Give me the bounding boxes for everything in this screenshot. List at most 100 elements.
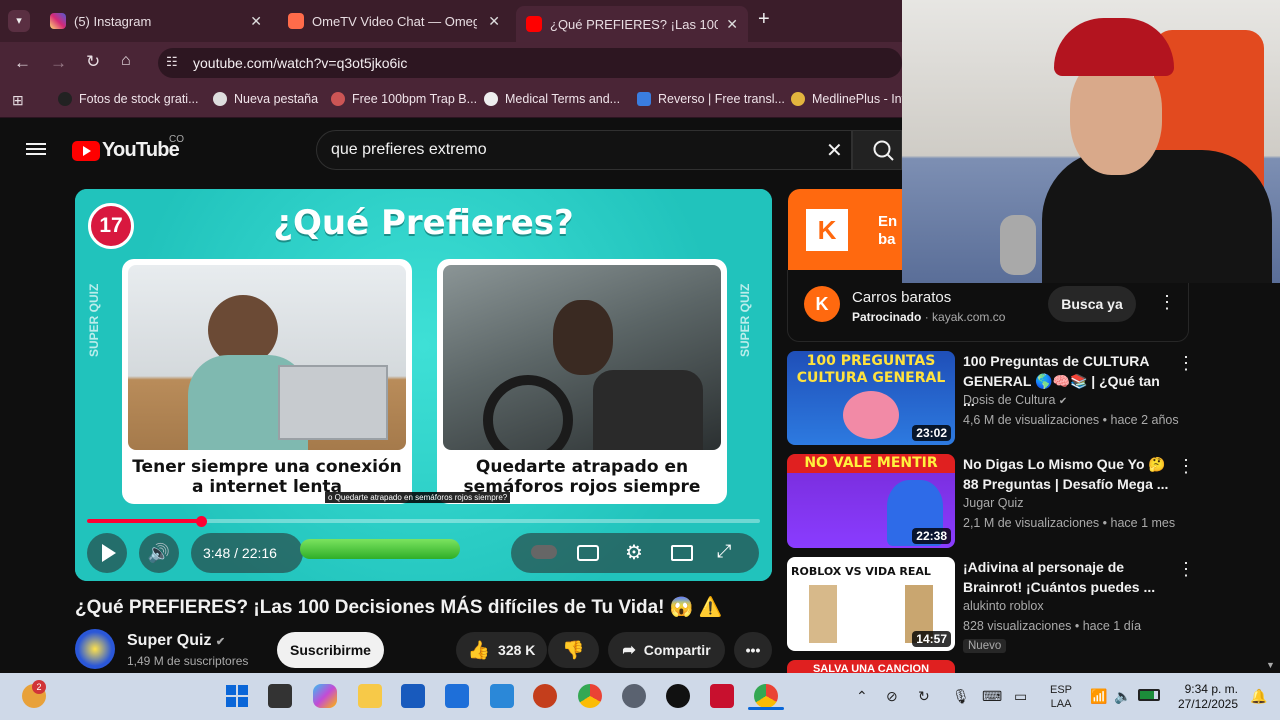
tab-ometv[interactable]: OmeTV Video Chat — Omegle ✕ [278, 6, 510, 36]
back-icon[interactable]: ← [14, 53, 31, 73]
settings-icon[interactable] [622, 684, 646, 708]
calendar-icon[interactable] [490, 684, 514, 708]
like-button[interactable]: 👍 328 K [456, 632, 547, 668]
medlineplus-icon [791, 92, 805, 106]
apps-grid-icon[interactable]: ⊞ [12, 92, 24, 109]
dislike-button[interactable]: 👎 [548, 632, 599, 668]
video-player[interactable]: 17 ¿Qué Prefieres? SUPER QUIZ SUPER QUIZ… [75, 189, 772, 581]
youtube-play-icon [72, 140, 100, 161]
mcafee-icon[interactable] [710, 684, 734, 708]
more-options-icon[interactable]: ⋮ [1177, 456, 1195, 477]
bookmark-item[interactable]: Reverso | Free transl... [637, 92, 785, 106]
ad-more-icon[interactable]: ⋮ [1158, 292, 1176, 313]
chrome-profile-icon[interactable] [754, 684, 778, 708]
close-tab-icon[interactable]: ✕ [726, 16, 738, 33]
new-tab-button[interactable]: + [758, 8, 770, 31]
recommendation-title[interactable]: ¡Adivina al personaje de Brainrot! ¡Cuán… [963, 557, 1173, 597]
bookmark-item[interactable]: MedlinePlus - Inf [791, 92, 905, 106]
subtitles-icon[interactable] [577, 545, 599, 561]
bookmark-item[interactable]: Fotos de stock grati... [58, 92, 199, 106]
bookmark-favicon-icon [484, 92, 498, 106]
keyboard-tray-icon[interactable]: ⌨ [982, 688, 1002, 705]
battery-icon[interactable] [1138, 689, 1160, 701]
tab-instagram[interactable]: (5) Instagram ✕ [40, 6, 272, 36]
channel-name[interactable]: Super Quiz ✔ [127, 632, 225, 650]
share-button[interactable]: ➦ Compartir [608, 632, 725, 668]
menu-icon[interactable] [26, 140, 46, 158]
reload-icon[interactable]: ↻ [86, 52, 100, 72]
fullscreen-icon[interactable]: ⤢ [717, 541, 731, 562]
verified-icon: ✔ [1058, 396, 1068, 407]
clock[interactable]: 9:34 p. m. 27/12/2025 [1176, 682, 1238, 712]
webcam-overlay [902, 0, 1280, 283]
recommendation-title[interactable]: No Digas Lo Mismo Que Yo 🤔 88 Preguntas … [963, 454, 1173, 494]
copilot-icon[interactable] [313, 684, 337, 708]
tray-app-icon[interactable]: ⊘ [886, 688, 898, 705]
volume-button[interactable]: 🔊 [139, 533, 179, 573]
bookmark-favicon-icon [331, 92, 345, 106]
notification-bell-icon[interactable]: 🔔 [1250, 688, 1267, 705]
bookmark-item[interactable]: Medical Terms and... [484, 92, 620, 106]
display-tray-icon[interactable]: ▭ [1014, 688, 1027, 705]
ad-cta-button[interactable]: Busca ya [1048, 286, 1136, 322]
youtube-logo[interactable]: YouTube [72, 139, 180, 162]
share-label: Compartir [643, 642, 711, 658]
scroll-down-arrow-icon[interactable]: ▼ [1266, 660, 1275, 670]
wifi-icon[interactable]: 📶 [1090, 688, 1107, 705]
channel-avatar[interactable] [75, 629, 115, 669]
settings-gear-icon[interactable]: ⚙ [625, 540, 643, 565]
recommendation-item[interactable]: ROBLOX VS VIDA REAL 14:57 ¡Adivina al pe… [787, 557, 1195, 653]
volume-tray-icon[interactable]: 🔈 [1114, 688, 1131, 705]
start-windows-icon[interactable] [225, 684, 249, 708]
chrome-icon[interactable] [578, 684, 602, 708]
theater-mode-icon[interactable] [671, 545, 693, 561]
microphone [1000, 215, 1036, 275]
forward-icon[interactable]: → [50, 53, 67, 73]
tab-search-button[interactable]: ▾ [8, 10, 30, 32]
word-icon[interactable] [401, 684, 425, 708]
subscribe-button[interactable]: Suscribirme [277, 632, 384, 668]
clear-search-icon[interactable]: ✕ [826, 138, 843, 163]
progress-bar[interactable] [87, 519, 760, 523]
tray-sync-icon[interactable]: ↻ [918, 688, 930, 705]
file-explorer-icon[interactable] [358, 684, 382, 708]
more-options-icon[interactable]: ⋮ [1177, 559, 1195, 580]
close-tab-icon[interactable]: ✕ [488, 13, 500, 30]
search-button[interactable] [852, 130, 902, 170]
more-actions-button[interactable]: ••• [734, 632, 772, 668]
thumbs-up-icon: 👍 [467, 639, 491, 660]
recommendation-meta: 4,6 M de visualizaciones • hace 2 años [963, 413, 1179, 427]
ad-banner[interactable]: K En ba [788, 189, 902, 270]
more-options-icon[interactable]: ⋮ [1177, 353, 1195, 374]
microphone-tray-icon[interactable]: 🎙 [952, 688, 970, 705]
search-input[interactable]: que prefieres extremo [331, 141, 487, 159]
language-indicator[interactable]: ESP LAA [1050, 683, 1072, 711]
powerpoint-icon[interactable] [533, 684, 557, 708]
instagram-icon [50, 13, 66, 29]
ad-title[interactable]: Carros baratos [852, 289, 951, 306]
recommendation-item[interactable]: 100 PREGUNTAS CULTURA GENERAL 23:02 100 … [787, 351, 1195, 447]
task-view-icon[interactable] [268, 684, 292, 708]
play-button[interactable] [87, 533, 127, 573]
tab-youtube-active[interactable]: ¿Qué PREFIERES? ¡Las 100 Deci ✕ [516, 6, 748, 42]
bookmark-item[interactable]: Nueva pestaña [213, 92, 318, 106]
recommendation-item[interactable]: NO VALE MENTIR 22:38 No Digas Lo Mismo Q… [787, 454, 1195, 550]
recommendation-thumbnail[interactable]: 100 PREGUNTAS CULTURA GENERAL 23:02 [787, 351, 955, 445]
microsoft-store-icon[interactable] [445, 684, 469, 708]
recommendation-thumbnail[interactable]: ROBLOX VS VIDA REAL 14:57 [787, 557, 955, 651]
tray-overflow-icon[interactable]: ⌃ [856, 688, 868, 705]
next-recommendation-thumbnail[interactable]: SALVA UNA CANCION [787, 660, 955, 673]
country-code: CO [169, 134, 184, 145]
app-icon[interactable] [666, 684, 690, 708]
close-tab-icon[interactable]: ✕ [250, 13, 262, 30]
recommendation-thumbnail[interactable]: NO VALE MENTIR 22:38 [787, 454, 955, 548]
site-info-icon[interactable]: ☷ [166, 54, 178, 70]
ad-banner-text: En ba [878, 213, 898, 248]
duration-badge: 14:57 [912, 631, 951, 647]
new-badge: Nuevo [963, 639, 1007, 653]
autoplay-toggle[interactable] [531, 545, 557, 559]
home-icon[interactable]: ⌂ [121, 52, 131, 70]
bookmark-item[interactable]: Free 100bpm Trap B... [331, 92, 477, 106]
search-box[interactable]: que prefieres extremo ✕ [316, 130, 852, 170]
url-bar[interactable]: ☷ youtube.com/watch?v=q3ot5jko6ic [158, 48, 902, 78]
